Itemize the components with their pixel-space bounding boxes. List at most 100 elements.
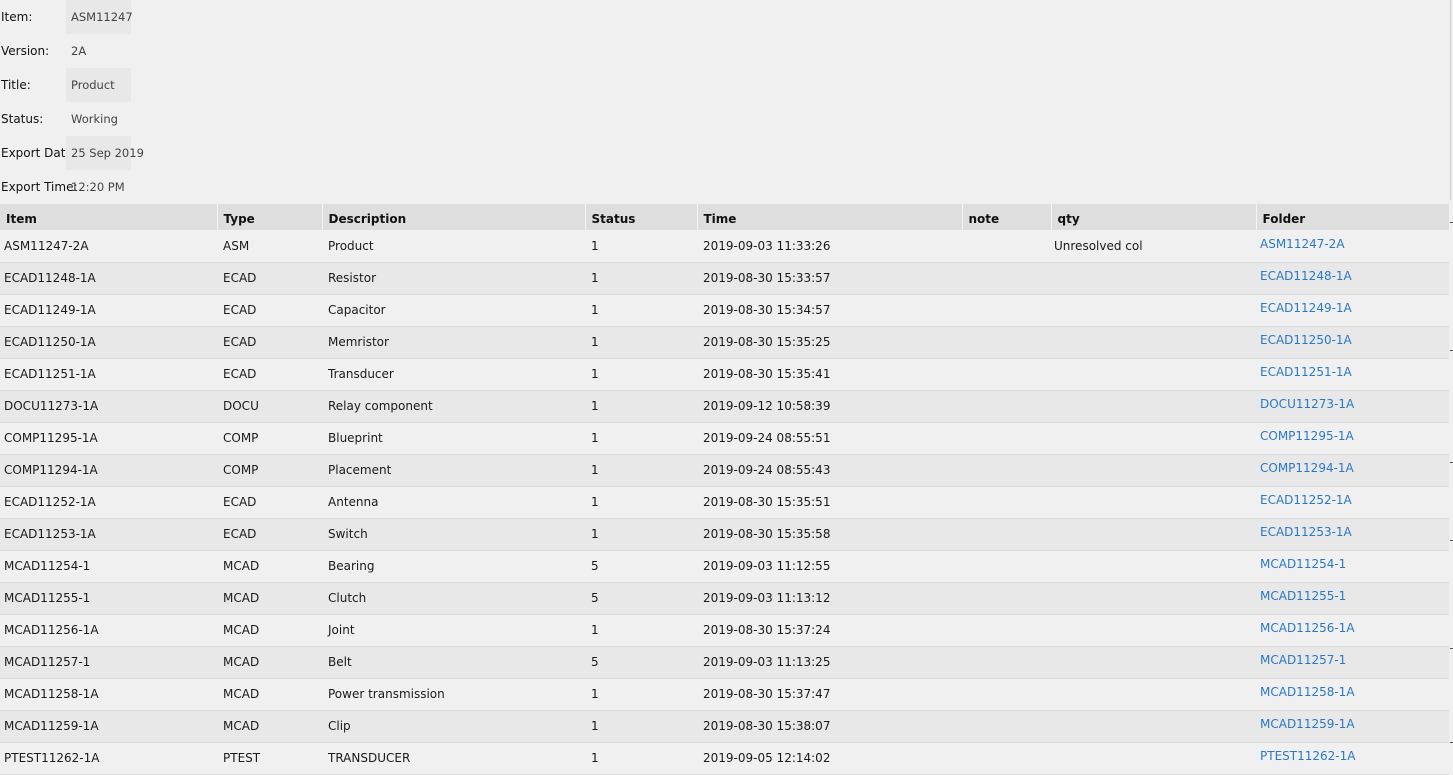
cell-folder: MCAD11259-1A: [1256, 710, 1449, 743]
cell-folder: MCAD11256-1A: [1256, 614, 1449, 647]
cell-item: MCAD11255-1: [0, 582, 217, 615]
folder-link[interactable]: MCAD11257-1: [1260, 653, 1346, 667]
meta-export-date-row: Export Date: 25 Sep 2019: [0, 136, 144, 170]
cell-qty: [1051, 422, 1256, 455]
cell-qty: [1051, 582, 1256, 615]
folder-link[interactable]: MCAD11255-1: [1260, 589, 1346, 603]
cell-status: 1: [585, 486, 697, 519]
right-edge-scroll-rail[interactable]: [1449, 0, 1453, 775]
cell-time: 2019-09-24 08:55:51: [697, 422, 962, 455]
cell-time: 2019-08-30 15:37:24: [697, 614, 962, 647]
cell-description: Resistor: [322, 262, 585, 295]
meta-export-time-value: 12:20 PM: [71, 180, 125, 194]
cell-qty: [1051, 646, 1256, 679]
cell-item: ECAD11252-1A: [0, 486, 217, 519]
column-header-note[interactable]: note: [962, 204, 1052, 230]
cell-description: Relay component: [322, 390, 585, 423]
meta-status-value: Working: [71, 112, 118, 126]
column-header-status[interactable]: Status: [585, 204, 698, 230]
folder-link[interactable]: DOCU11273-1A: [1260, 397, 1354, 411]
cell-status: 1: [585, 230, 697, 263]
folder-link[interactable]: MCAD11258-1A: [1260, 685, 1355, 699]
cell-description: Placement: [322, 454, 585, 487]
cell-type: DOCU: [217, 390, 322, 423]
column-header-item[interactable]: Item: [0, 204, 218, 230]
meta-version-label: Version:: [1, 44, 50, 58]
cell-status: 1: [585, 710, 697, 743]
table-row[interactable]: ECAD11251-1A ECAD Transducer 1 2019-08-30 15…: [0, 358, 1449, 391]
cell-folder: ECAD11248-1A: [1256, 262, 1449, 295]
cell-type: COMP: [217, 454, 322, 487]
cell-note: [962, 518, 1051, 551]
folder-link[interactable]: COMP11294-1A: [1260, 461, 1354, 475]
cell-item: ECAD11251-1A: [0, 358, 217, 391]
folder-link[interactable]: ECAD11252-1A: [1260, 493, 1352, 507]
cell-status: 5: [585, 550, 697, 583]
table-row[interactable]: ECAD11253-1A ECAD Switch 1 2019-08-30 15:35:…: [0, 518, 1449, 551]
table-row[interactable]: ECAD11252-1A ECAD Antenna 1 2019-08-30 15:35…: [0, 486, 1449, 519]
meta-version-value: 2A: [71, 44, 87, 58]
cell-note: [962, 486, 1051, 519]
meta-item-row: Item: ASM11247: [0, 0, 133, 34]
cell-qty: [1051, 454, 1256, 487]
folder-link[interactable]: ECAD11253-1A: [1260, 525, 1352, 539]
cell-qty: [1051, 294, 1256, 327]
table-row[interactable]: ECAD11250-1A ECAD Memristor 1 2019-08-30 15:…: [0, 326, 1449, 359]
table-row[interactable]: MCAD11255-1 MCAD Clutch 5 2019-09-03 11:13:1…: [0, 582, 1449, 615]
cell-folder: COMP11294-1A: [1256, 454, 1449, 487]
cell-qty: [1051, 742, 1256, 775]
cell-folder: ECAD11249-1A: [1256, 294, 1449, 327]
cell-description: Clutch: [322, 582, 585, 615]
cell-item: ASM11247-2A: [0, 230, 217, 263]
folder-link[interactable]: ECAD11251-1A: [1260, 365, 1352, 379]
table-row[interactable]: COMP11294-1A COMP Placement 1 2019-09-24 08:…: [0, 454, 1449, 487]
cell-folder: ECAD11251-1A: [1256, 358, 1449, 391]
folder-link[interactable]: ASM11247-2A: [1260, 237, 1345, 251]
folder-link[interactable]: MCAD11254-1: [1260, 557, 1346, 571]
cell-item: ECAD11253-1A: [0, 518, 217, 551]
cell-type: ECAD: [217, 326, 322, 359]
column-header-description[interactable]: Description: [322, 204, 586, 230]
cell-item: COMP11295-1A: [0, 422, 217, 455]
folder-link[interactable]: ECAD11248-1A: [1260, 269, 1352, 283]
table-row[interactable]: MCAD11259-1A MCAD Clip 1 2019-08-30 15:38:07…: [0, 710, 1449, 743]
cell-item: MCAD11258-1A: [0, 678, 217, 711]
column-header-type[interactable]: Type: [217, 204, 323, 230]
cell-type: MCAD: [217, 678, 322, 711]
cell-folder: MCAD11258-1A: [1256, 678, 1449, 711]
table-row[interactable]: ECAD11248-1A ECAD Resistor 1 2019-08-30 15:3…: [0, 262, 1449, 295]
table-row[interactable]: MCAD11256-1A MCAD Joint 1 2019-08-30 15:37:2…: [0, 614, 1449, 647]
cell-note: [962, 230, 1051, 263]
table-row[interactable]: DOCU11273-1A DOCU Relay component 1 2019-09-…: [0, 390, 1449, 423]
folder-link[interactable]: ECAD11249-1A: [1260, 301, 1352, 315]
table-row[interactable]: MCAD11258-1A MCAD Power transmission 1 2019-…: [0, 678, 1449, 711]
folder-link[interactable]: MCAD11259-1A: [1260, 717, 1355, 731]
cell-item: ECAD11249-1A: [0, 294, 217, 327]
column-header-time[interactable]: Time: [697, 204, 963, 230]
cell-type: ECAD: [217, 294, 322, 327]
table-row[interactable]: PTEST11262-1A PTEST TRANSDUCER 1 2019-09-05 …: [0, 742, 1449, 775]
cell-status: 1: [585, 294, 697, 327]
folder-link[interactable]: PTEST11262-1A: [1260, 749, 1355, 763]
cell-status: 5: [585, 646, 697, 679]
table-row[interactable]: COMP11295-1A COMP Blueprint 1 2019-09-24 08:…: [0, 422, 1449, 455]
cell-item: ECAD11248-1A: [0, 262, 217, 295]
folder-link[interactable]: ECAD11250-1A: [1260, 333, 1352, 347]
folder-link[interactable]: COMP11295-1A: [1260, 429, 1354, 443]
table-row[interactable]: MCAD11257-1 MCAD Belt 5 2019-09-03 11:13:25 M…: [0, 646, 1449, 679]
folder-link[interactable]: MCAD11256-1A: [1260, 621, 1355, 635]
cell-description: TRANSDUCER: [322, 742, 585, 775]
cell-status: 1: [585, 358, 697, 391]
column-header-qty[interactable]: qty: [1051, 204, 1257, 230]
table-row[interactable]: ECAD11249-1A ECAD Capacitor 1 2019-08-30 15:…: [0, 294, 1449, 327]
cell-note: [962, 454, 1051, 487]
table-row[interactable]: MCAD11254-1 MCAD Bearing 5 2019-09-03 11:12:…: [0, 550, 1449, 583]
cell-time: 2019-08-30 15:38:07: [697, 710, 962, 743]
column-header-folder[interactable]: Folder: [1256, 204, 1450, 230]
cell-time: 2019-09-24 08:55:43: [697, 454, 962, 487]
bom-table: Item Type Description Status Time note q…: [0, 204, 1450, 775]
cell-status: 1: [585, 678, 697, 711]
meta-version-row: Version: 2A: [0, 34, 132, 68]
table-row[interactable]: ASM11247-2A ASM Product 1 2019-09-03 11:33:2…: [0, 230, 1449, 263]
cell-type: MCAD: [217, 614, 322, 647]
